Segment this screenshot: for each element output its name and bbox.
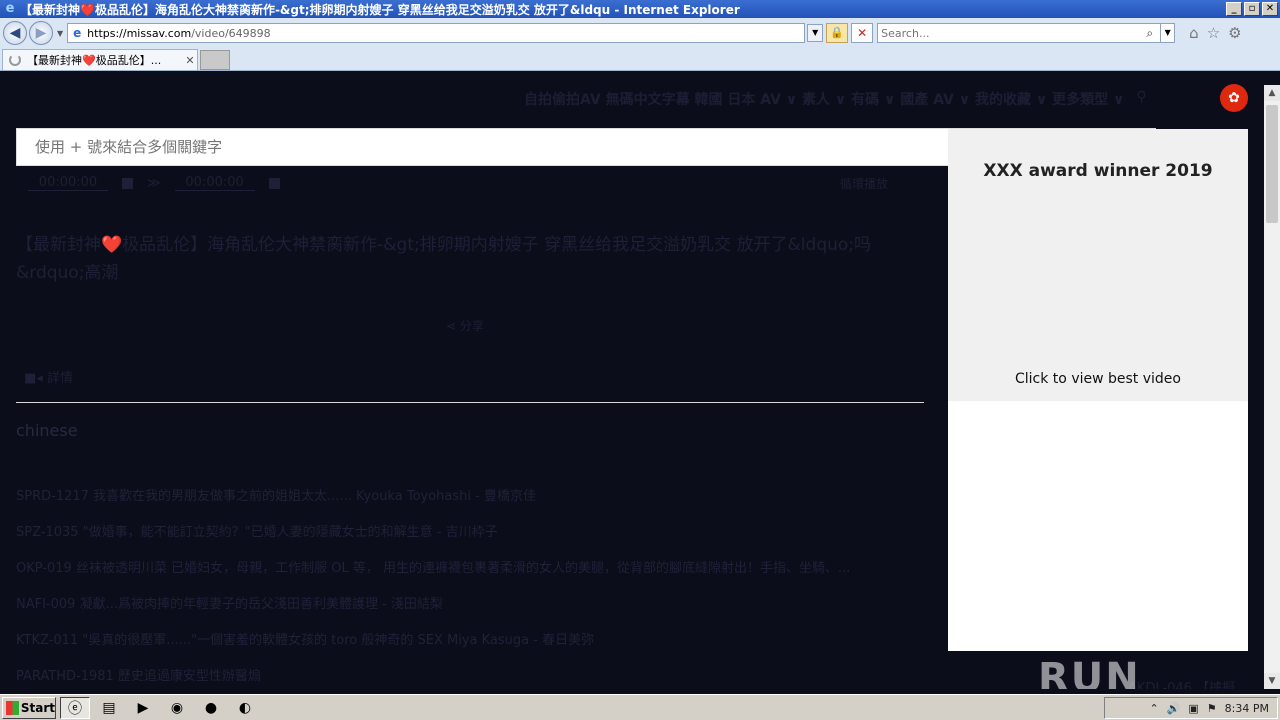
forward-arrow-icon[interactable]: ▶ [29, 21, 53, 45]
windows-logo-icon [6, 700, 19, 715]
share-icon: ⋖ [446, 319, 460, 333]
system-tray: ⌃ 🔊 ▣ ⚑ 8:34 PM [1104, 697, 1278, 719]
web-page: 自拍偷拍AV 無碼中文字幕 韓國 日本 AV ∨ 素人 ∨ 有碼 ∨ 國產 AV… [0, 71, 1264, 689]
language-flag-icon[interactable]: ✿ [1220, 84, 1248, 112]
taskbar-explorer-icon[interactable]: ▤ [94, 697, 124, 719]
back-arrow-icon[interactable]: ◀ [3, 21, 27, 45]
anyrun-watermark: ANY ▷ RUN [1038, 609, 1187, 689]
related-video-list: SPRD-1217 我喜歡在我的男朋友做事之前的姐姐太太...... Kyouk… [16, 485, 922, 689]
taskbar-chrome-icon[interactable]: ◉ [162, 697, 192, 719]
advertisement-banner[interactable]: XXX award winner 2019 Click to view best… [948, 129, 1248, 401]
site-navigation[interactable]: 自拍偷拍AV 無碼中文字幕 韓國 日本 AV ∨ 素人 ∨ 有碼 ∨ 國產 AV… [524, 89, 1147, 109]
new-tab-button[interactable] [200, 50, 230, 70]
loading-spinner-icon [9, 54, 21, 66]
start-marker-icon[interactable] [122, 177, 133, 189]
minimize-button[interactable]: _ [1226, 2, 1242, 16]
taskbar-ie-icon[interactable]: ⓔ [60, 696, 90, 719]
loop-toggle[interactable]: 循環播放 [840, 175, 888, 192]
tab-title: 【最新封神❤️极品乱伦】... [27, 54, 162, 67]
navigation-bar: ◀ ▶ ▼ e https://missav.com/video/649898 … [0, 18, 1280, 48]
related-video-link[interactable]: SPZ-1035 "做婚事，能不能訂立契約？"已婚人妻的隱藏女士的和解生意 - … [16, 521, 922, 557]
search-icon[interactable]: ⌕ [1146, 26, 1160, 41]
history-dropdown-icon[interactable]: ▼ [57, 29, 63, 38]
vertical-scrollbar[interactable]: ▲ ▼ [1264, 85, 1280, 689]
site-nav-links[interactable]: 自拍偷拍AV 無碼中文字幕 韓國 日本 AV ∨ 素人 ∨ 有碼 ∨ 國產 AV… [524, 89, 1124, 109]
ad-cta-link[interactable]: Click to view best video [948, 371, 1248, 387]
start-label: Start [20, 700, 55, 715]
related-video-link[interactable]: OKP-019 丝袜被透明川菜 已婚妇女，母親，工作制服 OL 等， 用生的連褲… [16, 557, 922, 593]
window-title: 【最新封神❤️极品乱伦】海角乱伦大神禁脔新作-&gt;排卵期内射嫂子 穿黑丝给我… [20, 2, 740, 17]
home-icon[interactable]: ⌂ [1189, 24, 1199, 42]
clock[interactable]: 8:34 PM [1225, 702, 1269, 715]
divider [16, 402, 924, 403]
browser-search-input[interactable] [878, 26, 1147, 40]
video-title: 【最新封神❤️极品乱伦】海角乱伦大神禁脔新作-&gt;排卵期内射嫂子 穿黑丝给我… [16, 235, 872, 283]
tab-bar: 【最新封神❤️极品乱伦】... ✕ [0, 48, 1280, 71]
share-button[interactable]: ⋖ 分享 [446, 317, 484, 334]
share-label: 分享 [459, 319, 484, 333]
tab-close-icon[interactable]: ✕ [183, 54, 197, 67]
browser-search-box[interactable]: ⌕ ▼ [877, 23, 1176, 43]
end-time[interactable]: 00:00:00 [174, 175, 255, 191]
url-host: https://missav.com [87, 26, 192, 40]
lock-icon[interactable]: 🔒 [826, 23, 849, 43]
related-video-link[interactable]: PARATHD-1981 歷史追過康安型性辦醫煽 [16, 665, 922, 689]
stop-icon[interactable]: ✕ [851, 23, 874, 43]
address-bar[interactable]: e https://missav.com/video/649898 [67, 23, 806, 43]
volume-icon[interactable]: 🔊 [1167, 702, 1181, 715]
search-dropdown-button[interactable]: ▼ [1160, 24, 1174, 42]
address-dropdown-button[interactable]: ▼ [807, 24, 824, 42]
maximize-button[interactable]: ▫ [1244, 2, 1260, 16]
related-video-link[interactable]: SPRD-1217 我喜歡在我的男朋友做事之前的姐姐太太...... Kyouk… [16, 485, 922, 521]
site-search-icon[interactable]: ⚲ [1136, 89, 1146, 109]
url-path: /video/649898 [191, 26, 271, 40]
scroll-down-icon[interactable]: ▼ [1264, 673, 1280, 689]
action-center-flag-icon[interactable]: ⚑ [1207, 702, 1217, 715]
tray-expand-icon[interactable]: ⌃ [1149, 702, 1158, 715]
player-controls: 00:00:00 ≫ 00:00:00 循環播放 [28, 175, 888, 191]
details-label: 詳情 [46, 371, 73, 386]
window-title-bar: e 【最新封神❤️极品乱伦】海角乱伦大神禁脔新作-&gt;排卵期内射嫂子 穿黑丝… [0, 0, 1280, 18]
favorites-star-icon[interactable]: ☆ [1207, 24, 1220, 42]
settings-gear-icon[interactable]: ⚙ [1228, 24, 1241, 42]
taskbar-media-player-icon[interactable]: ▶ [128, 697, 158, 719]
tab-active[interactable]: 【最新封神❤️极品乱伦】... ✕ [2, 49, 198, 70]
taskbar-edge-icon[interactable]: ◐ [230, 697, 260, 719]
taskbar: Start ⓔ ▤ ▶ ◉ ● ◐ ⌃ 🔊 ▣ ⚑ 8:34 PM [0, 694, 1280, 720]
start-button[interactable]: Start [2, 696, 56, 719]
taskbar-avira-icon[interactable]: ● [196, 697, 226, 719]
details-tab[interactable]: ■◂ 詳情 [24, 367, 73, 386]
scroll-up-icon[interactable]: ▲ [1264, 85, 1280, 101]
page-icon: e [73, 26, 82, 40]
scroll-thumb[interactable] [1266, 105, 1278, 223]
video-camera-icon: ■◂ [24, 371, 47, 386]
network-icon[interactable]: ▣ [1188, 702, 1198, 715]
internet-explorer-icon: e [5, 1, 15, 16]
language-heading: chinese [16, 421, 78, 440]
related-video-link[interactable]: NAFI-009 凝獻...爲被肉捧的年輕妻子的岳父淺田善利美體護理 - 淺田結… [16, 593, 922, 629]
skip-forward-icon[interactable]: ≫ [147, 176, 161, 191]
end-marker-icon[interactable] [268, 177, 280, 189]
ad-title: XXX award winner 2019 [983, 161, 1213, 181]
close-button[interactable]: ✕ [1262, 2, 1278, 16]
start-time[interactable]: 00:00:00 [28, 175, 108, 191]
related-video-link[interactable]: KTKZ-011 "吳真的很壓軍......"一個害羞的軟體女孩的 toro 般… [16, 629, 922, 665]
